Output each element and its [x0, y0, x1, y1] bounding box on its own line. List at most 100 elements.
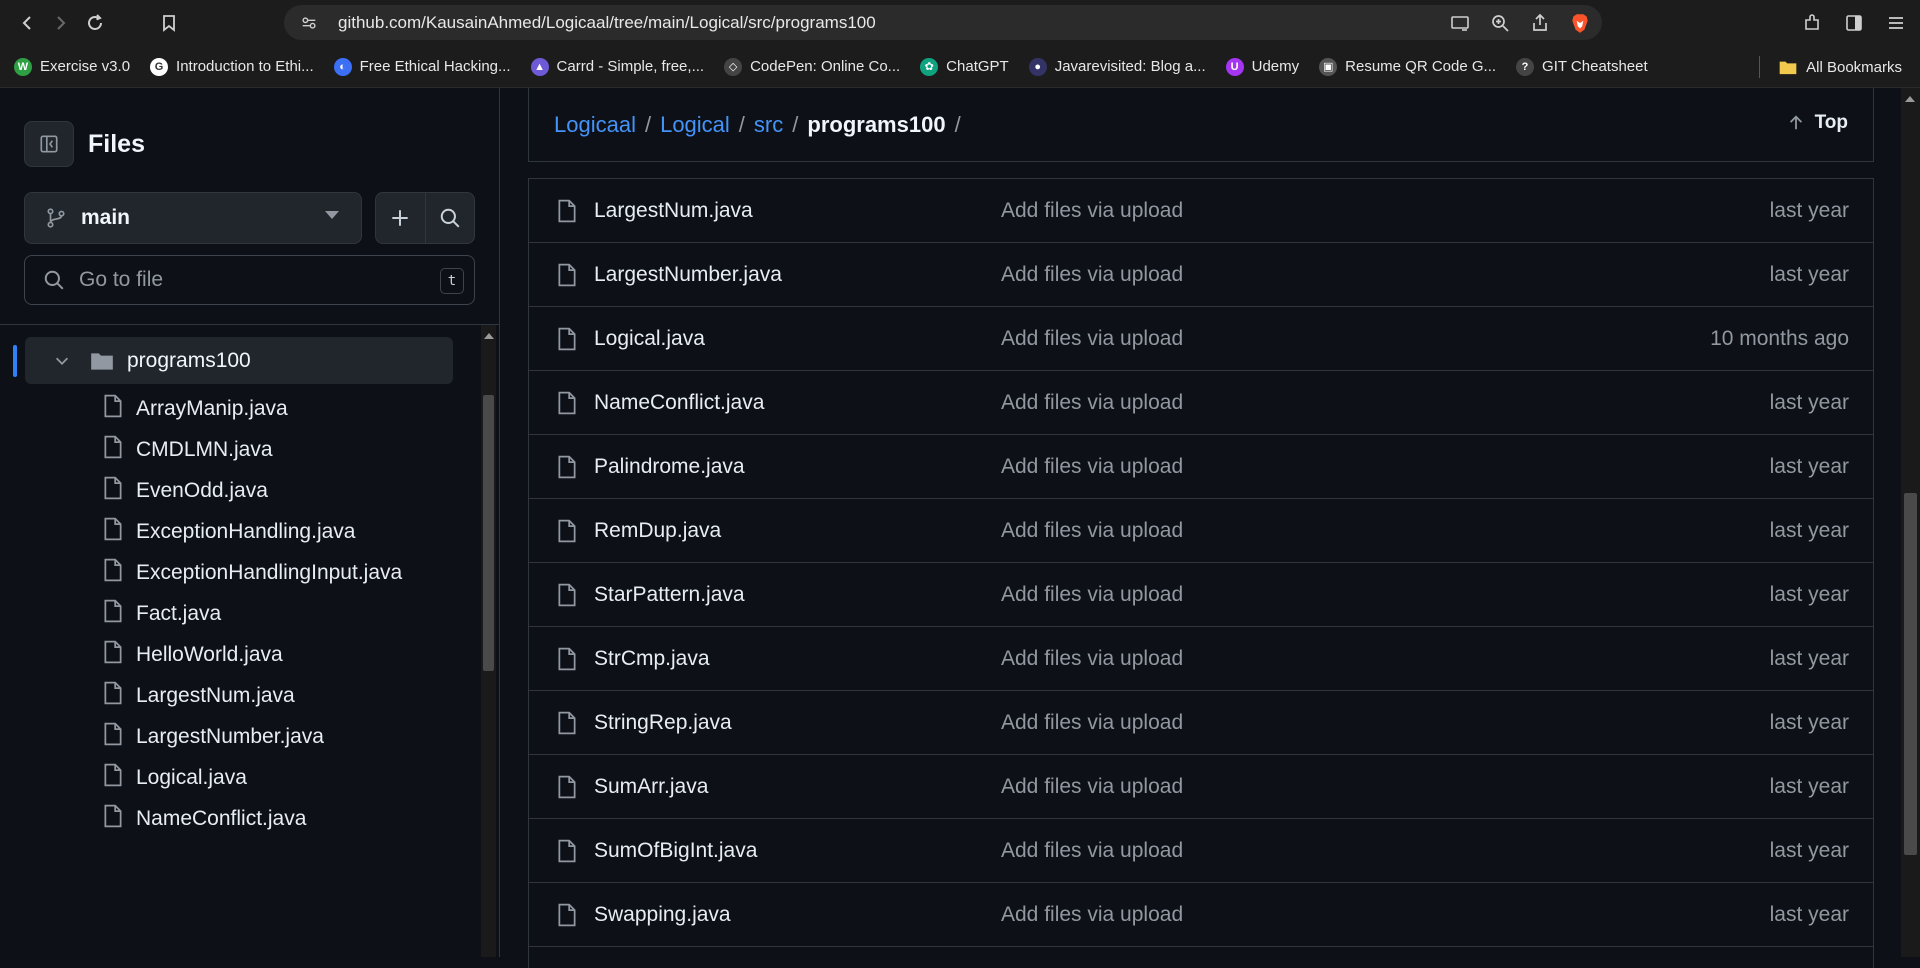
bookmark-item[interactable]: ✿ ChatGPT: [920, 57, 1009, 76]
file-icon: [102, 722, 124, 752]
file-row[interactable]: SumArr.java Add files via upload last year: [529, 755, 1873, 819]
bookmark-item[interactable]: ● Javarevisited: Blog a...: [1028, 57, 1206, 76]
commit-message-link[interactable]: Add files via upload: [1001, 391, 1183, 415]
commit-message-link[interactable]: Add files via upload: [1001, 455, 1183, 479]
file-row[interactable]: StringRep.java Add files via upload last y…: [529, 691, 1873, 755]
tree-file-item[interactable]: LargestNumber.java: [102, 717, 324, 757]
scroll-thumb[interactable]: [483, 395, 494, 671]
scroll-up-arrow[interactable]: [1905, 96, 1915, 102]
file-row[interactable]: StarPattern.java Add files via upload last…: [529, 563, 1873, 627]
file-name-link[interactable]: SumArr.java: [594, 775, 708, 799]
file-name-link[interactable]: Palindrome.java: [594, 455, 745, 479]
file-icon: [556, 391, 578, 420]
tree-folder-programs100[interactable]: programs100: [13, 337, 453, 384]
go-to-file-input[interactable]: Go to file t: [24, 255, 475, 305]
add-file-button[interactable]: [376, 193, 426, 243]
breadcrumb-link-logical[interactable]: Logical: [660, 112, 730, 138]
search-button[interactable]: [426, 193, 475, 243]
scroll-to-top-button[interactable]: Top: [1787, 112, 1848, 134]
commit-message-link[interactable]: Add files via upload: [1001, 711, 1183, 735]
bookmark-label: GIT Cheatsheet: [1542, 58, 1648, 75]
bookmark-item[interactable]: ◐ Free Ethical Hacking...: [333, 57, 511, 76]
bookmark-item[interactable]: ? GIT Cheatsheet: [1516, 57, 1648, 76]
chevron-down-icon[interactable]: [53, 352, 71, 370]
cast-icon[interactable]: [1448, 11, 1472, 35]
scroll-up-arrow[interactable]: [484, 333, 494, 339]
commit-message-link[interactable]: Add files via upload: [1001, 647, 1183, 671]
file-row[interactable]: Swapping.java Add files via upload last ye…: [529, 883, 1873, 947]
url-text[interactable]: github.com/KausainAhmed/Logicaal/tree/ma…: [338, 13, 876, 33]
breadcrumb-link-src[interactable]: src: [754, 112, 783, 138]
file-icon: [556, 199, 578, 228]
commit-message-link[interactable]: Add files via upload: [1001, 519, 1183, 543]
file-row[interactable]: LargestNum.java Add files via upload last …: [529, 179, 1873, 243]
file-name-link[interactable]: Swapping.java: [594, 903, 731, 927]
scroll-thumb[interactable]: [1904, 493, 1917, 855]
file-name-link[interactable]: StringRep.java: [594, 711, 732, 735]
bookmark-item[interactable]: ▲ Carrd - Simple, free,...: [530, 57, 704, 76]
file-row[interactable]: LargestNumber.java Add files via upload la…: [529, 243, 1873, 307]
commit-message-link[interactable]: Add files via upload: [1001, 199, 1183, 223]
page-scrollbar[interactable]: [1901, 88, 1920, 957]
tree-file-label: EvenOdd.java: [136, 479, 268, 502]
file-name-link[interactable]: SumOfBigInt.java: [594, 839, 757, 863]
branch-selector[interactable]: main: [24, 192, 362, 244]
all-bookmarks-button[interactable]: All Bookmarks: [1778, 46, 1902, 88]
commit-message-link[interactable]: Add files via upload: [1001, 839, 1183, 863]
file-icon: [102, 394, 124, 424]
bookmark-item[interactable]: U Udemy: [1225, 57, 1299, 76]
tree-file-item[interactable]: NameConflict.java: [102, 799, 306, 839]
bookmark-item[interactable]: ◇ CodePen: Online Co...: [724, 57, 900, 76]
file-name-link[interactable]: LargestNum.java: [594, 199, 753, 223]
file-icon: [102, 435, 124, 465]
forward-button[interactable]: [44, 6, 78, 40]
reload-button[interactable]: [78, 6, 112, 40]
tree-file-item[interactable]: Fact.java: [102, 594, 221, 634]
file-row[interactable]: Palindrome.java Add files via upload last …: [529, 435, 1873, 499]
top-label: Top: [1814, 112, 1848, 133]
w-icon: W: [14, 57, 32, 76]
tree-file-item[interactable]: LargestNum.java: [102, 676, 295, 716]
tree-file-label: HelloWorld.java: [136, 643, 283, 666]
brave-shield-icon[interactable]: [1568, 11, 1592, 35]
tree-file-item[interactable]: HelloWorld.java: [102, 635, 283, 675]
tree-file-item[interactable]: CMDLMN.java: [102, 430, 273, 470]
tree-file-item[interactable]: ExceptionHandlingInput.java: [102, 553, 402, 593]
address-bar[interactable]: github.com/KausainAhmed/Logicaal/tree/ma…: [284, 5, 1602, 40]
file-name-link[interactable]: StrCmp.java: [594, 647, 710, 671]
site-settings-icon[interactable]: [298, 12, 320, 34]
file-name-link[interactable]: LargestNumber.java: [594, 263, 782, 287]
sidebar-toggle-icon[interactable]: [1840, 9, 1868, 37]
tree-file-label: ExceptionHandling.java: [136, 520, 356, 543]
file-row[interactable]: NameConflict.java Add files via upload las…: [529, 371, 1873, 435]
file-name-link[interactable]: StarPattern.java: [594, 583, 745, 607]
commit-message-link[interactable]: Add files via upload: [1001, 775, 1183, 799]
bookmark-icon[interactable]: [152, 6, 186, 40]
commit-message-link[interactable]: Add files via upload: [1001, 327, 1183, 351]
back-button[interactable]: [10, 6, 44, 40]
file-name-link[interactable]: RemDup.java: [594, 519, 721, 543]
tree-file-item[interactable]: ArrayManip.java: [102, 389, 288, 429]
commit-message-link[interactable]: Add files via upload: [1001, 583, 1183, 607]
file-name-link[interactable]: NameConflict.java: [594, 391, 764, 415]
bookmark-item[interactable]: G Introduction to Ethi...: [150, 57, 314, 76]
breadcrumb-link-repo[interactable]: Logicaal: [554, 112, 636, 138]
extensions-icon[interactable]: [1798, 9, 1826, 37]
bookmark-item[interactable]: W Exercise v3.0: [14, 57, 130, 76]
collapse-sidebar-button[interactable]: [24, 121, 74, 167]
bookmark-item[interactable]: ▣ Resume QR Code G...: [1319, 57, 1496, 76]
zoom-icon[interactable]: [1488, 11, 1512, 35]
tree-file-item[interactable]: Logical.java: [102, 758, 247, 798]
file-row[interactable]: Logical.java Add files via upload 10 month…: [529, 307, 1873, 371]
commit-message-link[interactable]: Add files via upload: [1001, 263, 1183, 287]
file-name-link[interactable]: Logical.java: [594, 327, 705, 351]
commit-message-link[interactable]: Add files via upload: [1001, 903, 1183, 927]
file-row[interactable]: RemDup.java Add files via upload last year: [529, 499, 1873, 563]
tree-scrollbar[interactable]: [481, 325, 496, 957]
file-row[interactable]: StrCmp.java Add files via upload last year: [529, 627, 1873, 691]
menu-icon[interactable]: [1882, 9, 1910, 37]
tree-file-item[interactable]: EvenOdd.java: [102, 471, 268, 511]
share-icon[interactable]: [1528, 11, 1552, 35]
file-row[interactable]: SumOfBigInt.java Add files via upload last…: [529, 819, 1873, 883]
tree-file-item[interactable]: ExceptionHandling.java: [102, 512, 355, 552]
